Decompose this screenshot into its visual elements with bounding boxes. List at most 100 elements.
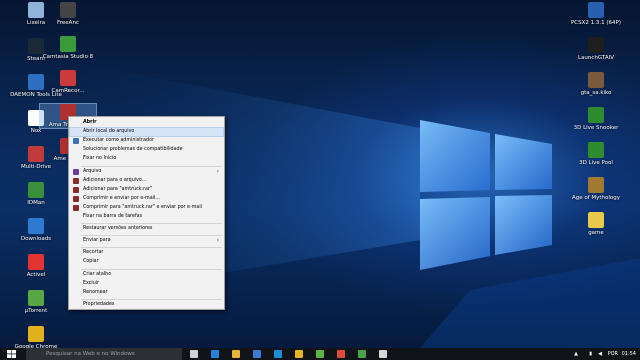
- age-of-mythology-icon: [588, 177, 604, 193]
- submenu-arrow-icon: ›: [216, 167, 219, 175]
- taskbar-chrome-2-icon[interactable]: [337, 350, 345, 358]
- menu-item-adicionar-para-o-arquivo[interactable]: Adicionar para o arquivo...: [70, 177, 223, 185]
- menu-item-copiar[interactable]: Copiar: [70, 258, 223, 266]
- menu-item-label: Comprimir para "amtruck.rar" e enviar po…: [83, 204, 203, 210]
- desktop-icon-label: Camtasia Studio 8: [42, 54, 94, 60]
- launchgtaiv-icon: [588, 37, 604, 53]
- menu-item-solucionar-problemas-de-compatibilidade[interactable]: Solucionar problemas de compatibilidade: [70, 146, 223, 154]
- taskbar-store-icon[interactable]: [253, 350, 261, 358]
- menu-item-label: Arquivo: [83, 168, 102, 174]
- desktop-icon-activel[interactable]: Activel: [8, 254, 64, 278]
- menu-item-abrir[interactable]: Abrir: [70, 119, 223, 127]
- desktop-icon-3d-live-pool[interactable]: 3D Live Pool: [568, 142, 624, 166]
- desktop-icon-label: gta_sa.kiko: [580, 90, 612, 96]
- menu-item-restaurar-vers-es-anteriores[interactable]: Restaurar versões anteriores: [70, 225, 223, 233]
- menu-item-label: Solucionar problemas de compatibilidade: [83, 147, 183, 153]
- menu-separator: [81, 268, 222, 270]
- desktop-icon-label: PCSX2 1.3.1 (64P): [570, 20, 621, 26]
- desktop-icon-3d-live-snooker[interactable]: 3D Live Snooker: [568, 107, 624, 131]
- menu-item-comprimir-e-enviar-por-e-mail[interactable]: Comprimir e enviar por e-mail...: [70, 195, 223, 203]
- search-box[interactable]: Pesquisar na Web e no Windows: [26, 348, 182, 360]
- taskbar-chrome-icon[interactable]: [295, 350, 303, 358]
- desktop-icon-label: LaunchGTAIV: [577, 55, 615, 61]
- taskbar: Pesquisar na Web e no Windows ▲ ▮ ◀ POR …: [0, 348, 640, 360]
- desktop-icon-game[interactable]: game: [568, 212, 624, 236]
- taskbar-camtasia-icon[interactable]: [358, 350, 366, 358]
- desktop-icon-label: game: [588, 230, 604, 236]
- desktop-icon-freeanc[interactable]: FreeAnc: [40, 2, 96, 26]
- menu-item-fixar-no-in-cio[interactable]: Fixar no Início: [70, 155, 223, 163]
- desktop-icon-pcsx2-1-3-1-64p[interactable]: PCSX2 1.3.1 (64P): [568, 2, 624, 26]
- menu-item-label: Fixar na barra de tarefas: [83, 214, 143, 219]
- menu-item-recortar[interactable]: Recortar: [70, 249, 223, 257]
- menu-item-label: Recortar: [83, 250, 104, 256]
- desktop-icon-label: Nox: [30, 128, 42, 134]
- windows-logo-icon: [7, 350, 16, 358]
- camrecor-icon: [60, 70, 76, 86]
- taskbar-edge-browser-icon[interactable]: [274, 350, 282, 358]
- 3d-live-pool-icon: [588, 142, 604, 158]
- language-indicator[interactable]: POR: [608, 348, 618, 360]
- desktop-icon-google-chrome[interactable]: Google Chrome: [8, 326, 64, 350]
- menu-item-label: Propriedades: [83, 301, 115, 307]
- activel-icon: [28, 254, 44, 270]
- menu-separator: [81, 298, 222, 300]
- freeanc-icon: [60, 2, 76, 18]
- menu-item-fixar-na-barra-de-tarefas[interactable]: Fixar na barra de tarefas: [70, 213, 223, 221]
- menu-item-label: Excluir: [83, 280, 100, 286]
- desktop-icon-label: CamRecor...: [51, 88, 85, 94]
- desktop-icon-camrecor[interactable]: CamRecor...: [40, 70, 96, 94]
- taskbar-edge-icon[interactable]: [211, 350, 219, 358]
- start-button[interactable]: [0, 348, 24, 360]
- desktop-icon-gta-sa-kiko[interactable]: gta_sa.kiko: [568, 72, 624, 96]
- menu-separator: [81, 223, 222, 225]
- 3d-live-snooker-icon: [588, 107, 604, 123]
- menu-item-excluir[interactable]: Excluir: [70, 280, 223, 288]
- taskbar-file-explorer-icon[interactable]: [232, 350, 240, 358]
- tray-up-arrow-icon[interactable]: ▲: [574, 348, 578, 360]
- desktop-icon-label: 3D Live Pool: [579, 160, 613, 166]
- desktop-icon-torrent[interactable]: µTorrent: [8, 290, 64, 314]
- menu-item-label: Adicionar para o arquivo...: [83, 177, 147, 183]
- menu-separator: [81, 247, 222, 249]
- clock[interactable]: 01:54: [622, 348, 636, 360]
- menu-item-abrir-local-do-arquivo[interactable]: Abrir local do arquivo: [69, 127, 224, 138]
- menu-separator: [81, 235, 222, 237]
- menu-item-label: Abrir: [83, 120, 97, 125]
- menu-item-executar-como-administrador[interactable]: Executar como administrador: [70, 137, 223, 145]
- desktop-icon-label: IDMan: [27, 200, 45, 206]
- context-menu: Abrir Abrir local do arquivo Executar como…: [68, 116, 225, 310]
- menu-item-label: Restaurar versões anteriores: [83, 226, 153, 232]
- taskbar-task-view-icon[interactable]: [190, 350, 198, 358]
- menu-item-label: Executar como administrador: [83, 138, 154, 144]
- taskbar-utorrent-icon[interactable]: [316, 350, 324, 358]
- menu-item-criar-atalho[interactable]: Criar atalho: [70, 271, 223, 279]
- taskbar-media-icon[interactable]: [379, 350, 387, 358]
- desktop-icon-age-of-mythology[interactable]: Age of Mythology: [568, 177, 624, 201]
- menu-item-label: Fixar no Início: [83, 156, 117, 162]
- menu-item-arquivo[interactable]: Arquivo ›: [70, 168, 223, 176]
- menu-item-adicionar-para-amtruck-rar[interactable]: Adicionar para "amtruck.rar": [70, 186, 223, 194]
- game-icon: [588, 212, 604, 228]
- menu-item-label: Comprimir e enviar por e-mail...: [83, 195, 160, 201]
- desktop-icon-label: 3D Live Snooker: [573, 125, 619, 131]
- menu-item-label: Criar atalho: [83, 271, 112, 277]
- menu-item-comprimir-para-amtruck-rar-e-enviar-por-e-mail[interactable]: Comprimir para "amtruck.rar" e enviar po…: [70, 204, 223, 212]
- desktop-icon-idman[interactable]: IDMan: [8, 182, 64, 206]
- network-icon[interactable]: ▮: [589, 348, 592, 360]
- desktop-icon-label: FreeAnc: [57, 20, 79, 26]
- menu-item-enviar-para[interactable]: Enviar para ›: [70, 237, 223, 245]
- menu-item-propriedades[interactable]: Propriedades: [70, 301, 223, 309]
- desktop-icon-camtasia-studio-8[interactable]: Camtasia Studio 8: [40, 36, 96, 60]
- gta-sa-kiko-icon: [588, 72, 604, 88]
- volume-icon[interactable]: ◀: [598, 348, 602, 360]
- desktop-icon-downloads[interactable]: Downloads: [8, 218, 64, 242]
- desktop-icon-label: Age of Mythology: [571, 195, 621, 201]
- desktop-icon-label: Activel: [26, 272, 46, 278]
- menu-item-renomear[interactable]: Renomear: [70, 289, 223, 297]
- google-chrome-icon: [28, 326, 44, 342]
- desktop-icon-launchgtaiv[interactable]: LaunchGTAIV: [568, 37, 624, 61]
- winrar-icon: [73, 177, 79, 184]
- menu-item-label: Adicionar para "amtruck.rar": [83, 186, 153, 192]
- torrent-icon: [28, 290, 44, 306]
